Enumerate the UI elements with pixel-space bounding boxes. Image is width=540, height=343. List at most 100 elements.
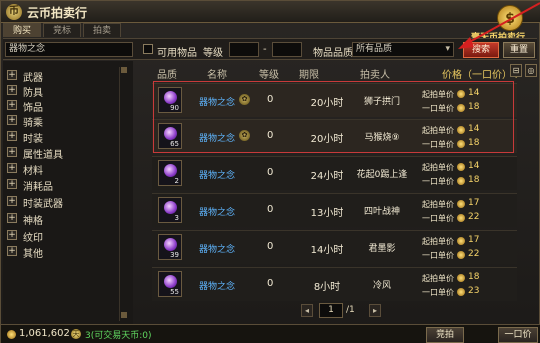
item-icon: 3 <box>158 197 182 223</box>
tradable-coins: 3(可交易天币:0) <box>85 331 152 341</box>
locate-icon[interactable]: ◎ <box>525 64 537 77</box>
expand-icon[interactable]: + <box>7 85 17 95</box>
coin-icon <box>457 251 465 259</box>
expand-icon[interactable]: + <box>7 179 17 189</box>
item-seller: 君墨影 <box>368 244 396 254</box>
item-name: 器物之念 <box>199 245 236 255</box>
item-seller: 四叶战神 <box>363 207 400 217</box>
buyout-price: 18 <box>468 175 480 185</box>
window-title: 云币拍卖行 <box>27 6 88 20</box>
gold-coin-icon <box>7 330 16 339</box>
scroll-up-knob[interactable] <box>121 67 127 73</box>
expand-icon[interactable]: + <box>7 163 17 173</box>
bid-button[interactable]: 竞拍 <box>426 327 464 343</box>
start-price: 17 <box>468 198 480 208</box>
item-name: 器物之念 <box>199 171 236 181</box>
col-name[interactable]: 名称 <box>207 66 227 81</box>
buyout-price: 22 <box>468 249 480 259</box>
level-max-input[interactable] <box>272 42 302 57</box>
coin-icon <box>457 237 465 245</box>
heaven-coin-icon: 天 <box>71 329 81 339</box>
expand-icon[interactable]: + <box>7 131 17 141</box>
listing-row[interactable]: 2 器物之念 0 24小时 花起0踢上逢 起拍单价 14 一口单价 18 <box>152 156 517 190</box>
coin-icon <box>457 288 465 296</box>
quality-select-value: 所有品质 <box>356 44 393 54</box>
tab-auction[interactable]: 拍卖 <box>83 23 121 37</box>
prev-page-button[interactable]: ◂ <box>301 304 313 317</box>
item-name: 器物之念 <box>199 282 236 292</box>
page-number-input[interactable]: 1 <box>319 303 343 318</box>
listing-row[interactable]: 3 器物之念 0 13小时 四叶战神 起拍单价 17 一口单价 22 <box>152 193 517 227</box>
money-amount: 1,061,602 <box>19 328 70 339</box>
listing-row[interactable]: 55 器物之念 0 8小时 冷风 起拍单价 18 一口单价 23 <box>152 267 517 301</box>
coin-icon <box>457 200 465 208</box>
gem-icon <box>164 201 177 214</box>
item-icon: 55 <box>158 271 182 297</box>
start-price-label: 起拍单价 <box>422 274 454 283</box>
listing-row[interactable]: 39 器物之念 0 14小时 君墨影 起拍单价 17 一口单价 22 <box>152 230 517 264</box>
buyout-price-label: 一口单价 <box>422 214 454 223</box>
col-seller[interactable]: 拍卖人 <box>360 66 390 81</box>
item-level: 0 <box>267 167 274 178</box>
coin-icon <box>457 177 465 185</box>
col-level[interactable]: 等级 <box>259 66 279 81</box>
start-price: 14 <box>468 161 480 171</box>
scroll-down-knob[interactable] <box>121 312 127 318</box>
expand-icon[interactable]: + <box>7 70 17 80</box>
buyout-price-label: 一口单价 <box>422 288 454 297</box>
next-page-button[interactable]: ▸ <box>369 304 381 317</box>
quality-label: 物品品质 <box>313 48 353 59</box>
bottom-bar: 1,061,602 天 3(可交易天币:0) 竞拍 一口价 <box>1 324 540 343</box>
buyout-price-label: 一口单价 <box>422 251 454 260</box>
expand-icon[interactable]: + <box>7 246 17 256</box>
sidebar-scrollbar[interactable] <box>119 67 127 321</box>
chevron-down-icon: ▾ <box>445 44 450 54</box>
item-icon: 2 <box>158 160 182 186</box>
coin-icon <box>457 274 465 282</box>
tab-bid[interactable]: 竞标 <box>43 23 81 37</box>
quality-select[interactable]: 所有品质 ▾ <box>352 42 454 57</box>
level-min-input[interactable] <box>229 42 259 57</box>
buyout-button[interactable]: 一口价 <box>498 327 538 343</box>
item-level: 0 <box>267 241 274 252</box>
expand-icon[interactable]: + <box>7 213 17 223</box>
expand-icon[interactable]: + <box>7 115 17 125</box>
expand-icon[interactable]: + <box>7 196 17 206</box>
listing-header: 品质 名称 等级 期限 拍卖人 价格（一口价）↑ ⊟ ◎ <box>147 61 537 83</box>
item-seller: 花起0踢上逢 <box>356 170 408 180</box>
sort-icon[interactable]: ⊟ <box>510 64 522 77</box>
usable-label: 可用物品 <box>157 48 197 59</box>
start-price-label: 起拍单价 <box>422 237 454 246</box>
expand-icon[interactable]: + <box>7 230 17 240</box>
item-level: 0 <box>267 204 274 215</box>
expand-icon[interactable]: + <box>7 100 17 110</box>
col-quality[interactable]: 品质 <box>157 66 177 81</box>
item-icon: 39 <box>158 234 182 260</box>
buyout-price-label: 一口单价 <box>422 177 454 186</box>
page-total: /1 <box>346 305 355 315</box>
auction-window: 币 云币拍卖行 $ 壹天币拍卖行 购买 竞标 拍卖 器物之念 可用物品 等级 -… <box>0 0 540 343</box>
start-price-label: 起拍单价 <box>422 163 454 172</box>
item-seller: 冷风 <box>372 281 391 291</box>
usable-checkbox[interactable] <box>143 44 153 54</box>
category-sidebar: + 武器 + 防具 + 饰品 + 骑乘 + 时装 + 属性道具 + 材料 + 消耗品 + 时装武器… <box>3 61 133 324</box>
start-price: 18 <box>468 272 480 282</box>
start-price-label: 起拍单价 <box>422 200 454 209</box>
gem-icon <box>164 164 177 177</box>
coin-icon: 币 <box>6 4 22 20</box>
gem-icon <box>164 238 177 251</box>
item-name: 器物之念 <box>199 208 236 218</box>
coin-icon <box>457 163 465 171</box>
tab-buy[interactable]: 购买 <box>3 23 41 37</box>
level-label: 等级 <box>203 48 223 59</box>
col-period[interactable]: 期限 <box>299 66 319 81</box>
red-arrow-annotation <box>458 2 540 49</box>
coin-icon <box>457 214 465 222</box>
col-price[interactable]: 价格（一口价）↑ <box>442 66 520 81</box>
start-price: 17 <box>468 235 480 245</box>
buyout-price: 22 <box>468 212 480 222</box>
expand-icon[interactable]: + <box>7 147 17 157</box>
selection-highlight <box>153 81 514 153</box>
search-input[interactable]: 器物之念 <box>5 42 133 57</box>
level-separator: - <box>263 44 267 55</box>
